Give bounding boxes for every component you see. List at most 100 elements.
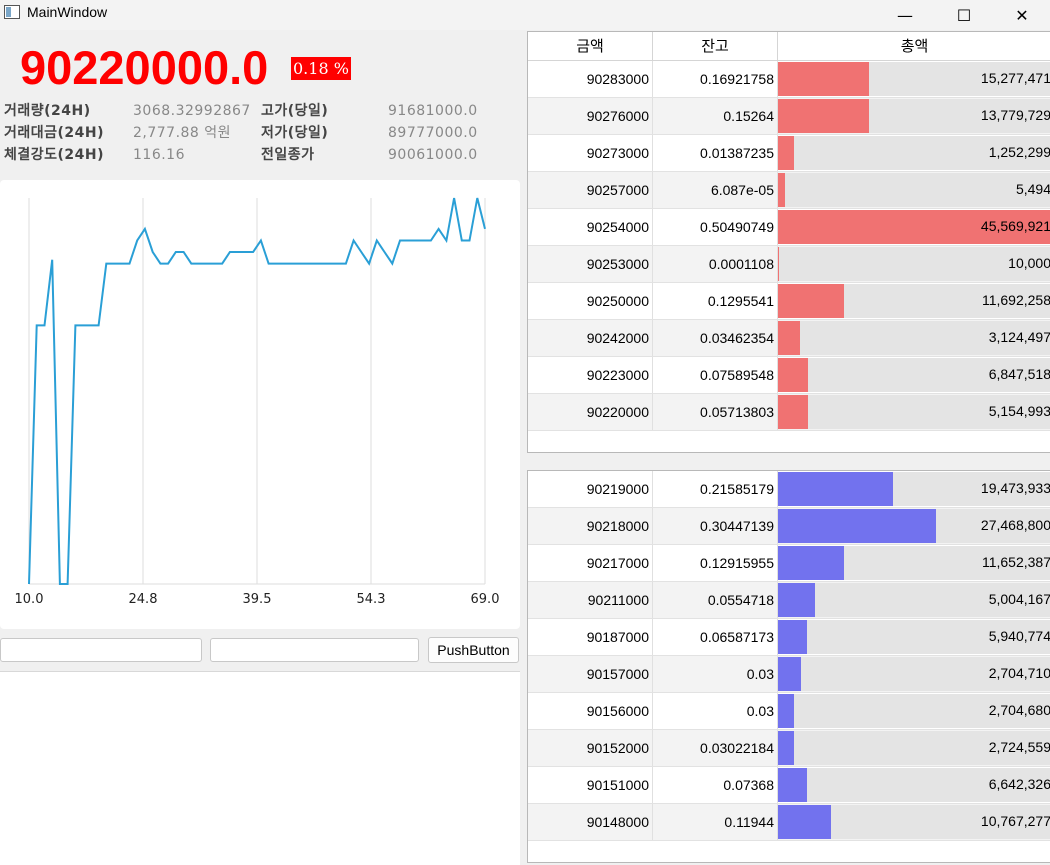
text-input-1[interactable] — [0, 638, 202, 662]
ask-total-bar-fill — [778, 395, 808, 429]
bid-price-cell: 90217000 — [528, 545, 653, 581]
bid-row[interactable]: 90156000 0.03 2,704,680 — [528, 693, 1050, 730]
maximize-button[interactable]: ☐ — [935, 0, 993, 30]
ask-price-cell: 90250000 — [528, 283, 653, 319]
ask-total-value: 3,124,497 — [988, 329, 1050, 345]
ask-total-bar-fill — [778, 62, 869, 96]
ask-quantity-cell: 0.05713803 — [653, 394, 778, 430]
bid-row[interactable]: 90152000 0.03022184 2,724,559 — [528, 730, 1050, 767]
ask-price-cell: 90220000 — [528, 394, 653, 430]
ask-total-cell: 10,000 — [778, 246, 1050, 282]
ask-total-cell: 6,847,518 — [778, 357, 1050, 393]
ask-total-value: 6,847,518 — [988, 366, 1050, 382]
bid-row[interactable]: 90187000 0.06587173 5,940,774 — [528, 619, 1050, 656]
ask-row[interactable]: 90253000 0.0001108 10,000 — [528, 246, 1050, 283]
header-price[interactable]: 금액 — [528, 32, 653, 61]
ask-total-value: 45,569,921 — [980, 218, 1050, 234]
bid-price-cell: 90148000 — [528, 804, 653, 840]
ask-total-bar-fill — [778, 247, 779, 281]
bid-total-value: 27,468,800 — [980, 517, 1050, 533]
ask-row[interactable]: 90220000 0.05713803 5,154,993 — [528, 394, 1050, 431]
bid-quantity-cell: 0.30447139 — [653, 508, 778, 544]
bid-total-bar-fill — [778, 620, 807, 654]
header-total[interactable]: 총액 — [778, 32, 1050, 61]
price-chart-svg: 10.0 24.8 39.5 54.3 69.0 — [15, 197, 500, 607]
log-text-area[interactable] — [0, 671, 520, 865]
bid-total-bar-fill — [778, 472, 893, 506]
bid-quantity-cell: 0.12915955 — [653, 545, 778, 581]
push-button[interactable]: PushButton — [428, 637, 519, 663]
ask-total-cell: 5,154,993 — [778, 394, 1050, 430]
ask-row[interactable]: 90223000 0.07589548 6,847,518 — [528, 357, 1050, 394]
bid-row[interactable]: 90217000 0.12915955 11,652,387 — [528, 545, 1050, 582]
bid-total-bar-fill — [778, 546, 844, 580]
bid-total-cell: 2,704,680 — [778, 693, 1050, 729]
ask-total-value: 10,000 — [1008, 255, 1050, 271]
bid-total-cell: 2,704,710 — [778, 656, 1050, 692]
ask-total-value: 1,252,299 — [988, 144, 1050, 160]
chart-x-tick-label: 69.0 — [471, 592, 500, 607]
ask-price-cell: 90283000 — [528, 61, 653, 97]
bid-row[interactable]: 90211000 0.0554718 5,004,167 — [528, 582, 1050, 619]
ask-row[interactable]: 90242000 0.03462354 3,124,497 — [528, 320, 1050, 357]
ask-row[interactable]: 90257000 6.087e-05 5,494 — [528, 172, 1050, 209]
ask-row[interactable]: 90254000 0.50490749 45,569,921 — [528, 209, 1050, 246]
ask-total-bar-fill — [778, 99, 869, 133]
bid-row[interactable]: 90219000 0.21585179 19,473,933 — [528, 471, 1050, 508]
ask-quantity-cell: 0.03462354 — [653, 320, 778, 356]
window-title: MainWindow — [27, 4, 108, 20]
bid-total-cell: 11,652,387 — [778, 545, 1050, 581]
ask-total-bar-fill — [778, 136, 794, 170]
ask-orderbook-table[interactable]: 금액 잔고 총액 90283000 0.16921758 15,277,471 902… — [527, 31, 1050, 453]
bid-total-cell: 6,642,326 — [778, 767, 1050, 803]
ask-total-value: 11,692,258 — [981, 292, 1050, 308]
ask-total-cell: 45,569,921 — [778, 209, 1050, 245]
bid-total-bar-fill — [778, 657, 801, 691]
ask-quantity-cell: 0.07589548 — [653, 357, 778, 393]
close-button[interactable]: ✕ — [993, 0, 1050, 30]
bid-total-value: 2,704,710 — [988, 665, 1050, 681]
bid-total-cell: 5,004,167 — [778, 582, 1050, 618]
ask-price-cell: 90273000 — [528, 135, 653, 171]
bid-price-cell: 90152000 — [528, 730, 653, 766]
bid-total-cell: 19,473,933 — [778, 471, 1050, 507]
ask-total-bar-fill — [778, 358, 808, 392]
bid-price-cell: 90187000 — [528, 619, 653, 655]
ask-total-value: 15,277,471 — [980, 70, 1050, 86]
bid-row[interactable]: 90218000 0.30447139 27,468,800 — [528, 508, 1050, 545]
bid-quantity-cell: 0.03022184 — [653, 730, 778, 766]
strength-label: 체결강도(24H) — [4, 147, 105, 163]
ask-price-cell: 90242000 — [528, 320, 653, 356]
ask-price-cell: 90223000 — [528, 357, 653, 393]
bid-quantity-cell: 0.0554718 — [653, 582, 778, 618]
ask-row[interactable]: 90273000 0.01387235 1,252,299 — [528, 135, 1050, 172]
bid-row[interactable]: 90148000 0.11944 10,767,277 — [528, 804, 1050, 841]
ask-quantity-cell: 0.01387235 — [653, 135, 778, 171]
prev-close-label: 전일종가 — [261, 147, 315, 163]
text-input-2[interactable] — [210, 638, 419, 662]
current-price: 90220000.0 — [20, 41, 269, 94]
ask-price-cell: 90276000 — [528, 98, 653, 134]
title-bar: MainWindow — ☐ ✕ — [0, 0, 1050, 30]
ask-row[interactable]: 90276000 0.15264 13,779,729 — [528, 98, 1050, 135]
ask-row[interactable]: 90250000 0.1295541 11,692,258 — [528, 283, 1050, 320]
bid-total-bar-fill — [778, 768, 807, 802]
bid-row[interactable]: 90151000 0.07368 6,642,326 — [528, 767, 1050, 804]
header-quantity[interactable]: 잔고 — [653, 32, 778, 61]
minimize-button[interactable]: — — [876, 0, 934, 30]
ask-total-bar-fill — [778, 173, 785, 207]
bid-total-bar-fill — [778, 731, 794, 765]
ask-total-bar-fill — [778, 284, 844, 318]
low-price-value: 89777000.0 — [388, 125, 478, 141]
bid-row[interactable]: 90157000 0.03 2,704,710 — [528, 656, 1050, 693]
bid-total-bar-fill — [778, 805, 831, 839]
bid-price-cell: 90211000 — [528, 582, 653, 618]
ask-total-cell: 5,494 — [778, 172, 1050, 208]
bid-total-value: 19,473,933 — [980, 480, 1050, 496]
ask-row[interactable]: 90283000 0.16921758 15,277,471 — [528, 61, 1050, 98]
bid-total-bar-fill — [778, 583, 815, 617]
bid-orderbook-table[interactable]: 90219000 0.21585179 19,473,933 90218000 0.30… — [527, 470, 1050, 863]
high-price-label: 고가(당일) — [261, 103, 329, 119]
volume-value: 3068.32992867 — [133, 103, 251, 119]
bid-total-value: 11,652,387 — [981, 554, 1050, 570]
